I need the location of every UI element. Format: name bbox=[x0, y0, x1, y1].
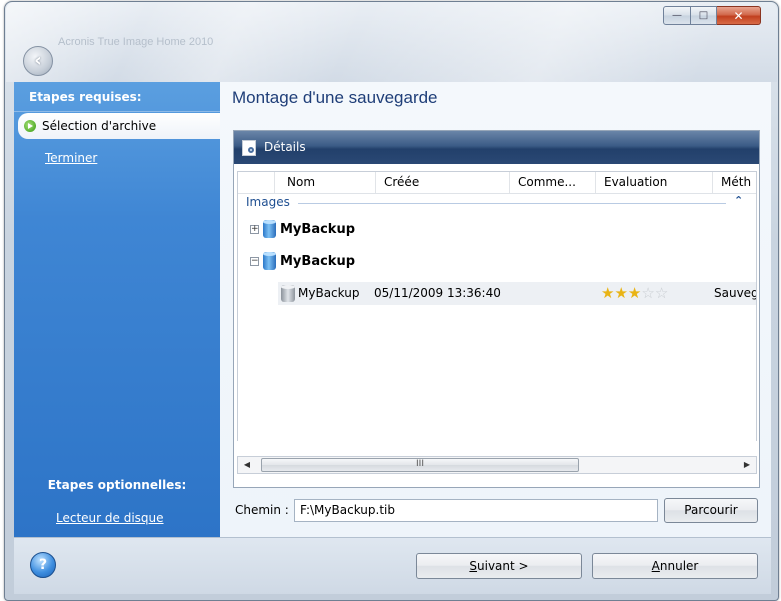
group-label-images: Images bbox=[246, 195, 290, 209]
cancel-accelerator: A bbox=[651, 559, 660, 573]
archive-method: Sauveg bbox=[714, 286, 757, 300]
minimize-button[interactable]: — bbox=[663, 6, 691, 25]
maximize-icon: □ bbox=[698, 10, 709, 21]
archive-name: MyBackup bbox=[298, 286, 360, 300]
scroll-thumb[interactable]: III bbox=[261, 458, 579, 472]
details-label: Détails bbox=[264, 140, 306, 154]
star-filled-icon[interactable]: ★ bbox=[614, 284, 627, 302]
tree-item-backup-1[interactable]: + MyBackup bbox=[250, 218, 355, 240]
collapse-minus-icon[interactable]: − bbox=[250, 256, 259, 266]
archive-disk-icon bbox=[281, 285, 295, 302]
main-content: Montage d'une sauvegarde Détails Nom Cré… bbox=[220, 82, 771, 537]
window-controls: — □ ✕ bbox=[663, 6, 761, 28]
step-finish-link[interactable]: Terminer bbox=[45, 151, 97, 165]
archive-name-cell: MyBackup bbox=[281, 282, 359, 305]
archive-row[interactable]: MyBackup 05/11/2009 13:36:40 ★★★☆☆ Sauve… bbox=[278, 282, 757, 305]
scroll-left-arrow-icon[interactable]: ◀ bbox=[238, 457, 256, 473]
page-title: Montage d'une sauvegarde bbox=[232, 88, 438, 107]
maximize-button[interactable]: □ bbox=[691, 6, 717, 25]
path-input[interactable]: F:\MyBackup.tib bbox=[294, 499, 658, 522]
next-button[interactable]: Suivant > bbox=[416, 553, 582, 579]
minimize-icon: — bbox=[672, 10, 682, 21]
path-row: Chemin : F:\MyBackup.tib Parcourir bbox=[233, 496, 760, 526]
wizard-footer: ? Suivant > Annuler bbox=[14, 537, 771, 594]
help-icon[interactable]: ? bbox=[30, 552, 56, 578]
rating-stars[interactable]: ★★★☆☆ bbox=[601, 282, 668, 305]
details-magnifier-icon bbox=[242, 139, 256, 156]
required-steps-heading: Etapes requises: bbox=[14, 82, 220, 112]
archive-grid: Nom Créée Comme... Evaluation Méth Image… bbox=[237, 171, 757, 441]
path-label: Chemin : bbox=[235, 503, 289, 517]
star-filled-icon[interactable]: ★ bbox=[601, 284, 614, 302]
next-accelerator: S bbox=[469, 559, 478, 573]
cancel-button[interactable]: Annuler bbox=[592, 553, 758, 579]
group-divider bbox=[298, 203, 726, 204]
title-bar: ‹ Acronis True Image Home 2010 — □ ✕ bbox=[6, 2, 777, 82]
expand-plus-icon[interactable]: + bbox=[250, 224, 259, 234]
details-header: Détails bbox=[234, 131, 759, 164]
window-title: Acronis True Image Home 2010 bbox=[58, 36, 214, 48]
cancel-label: nnuler bbox=[659, 559, 699, 573]
back-button[interactable]: ‹ bbox=[23, 46, 53, 76]
backup-archive-icon bbox=[263, 220, 276, 238]
star-filled-icon[interactable]: ★ bbox=[628, 284, 641, 302]
collapse-group-chevron-icon[interactable]: ⌃ bbox=[734, 194, 743, 207]
horizontal-scrollbar[interactable]: ◀ III ▶ bbox=[237, 456, 757, 474]
tree-item-label: MyBackup bbox=[280, 253, 356, 269]
tree-item-backup-2[interactable]: − MyBackup bbox=[250, 250, 355, 272]
disk-reader-link[interactable]: Lecteur de disque bbox=[56, 511, 164, 525]
column-header-created[interactable]: Créée bbox=[376, 172, 510, 193]
browse-button[interactable]: Parcourir bbox=[664, 498, 758, 523]
wizard-sidebar: Etapes requises: Sélection d'archive Ter… bbox=[14, 82, 220, 537]
archive-created: 05/11/2009 13:36:40 bbox=[374, 286, 501, 300]
column-header-rating[interactable]: Evaluation bbox=[596, 172, 713, 193]
column-header-row: Nom Créée Comme... Evaluation Méth bbox=[238, 172, 756, 194]
scroll-right-arrow-icon[interactable]: ▶ bbox=[738, 457, 756, 473]
column-header-comment[interactable]: Comme... bbox=[510, 172, 596, 193]
star-empty-icon[interactable]: ☆ bbox=[655, 284, 668, 302]
close-button[interactable]: ✕ bbox=[717, 6, 761, 25]
optional-steps-heading: Etapes optionnelles: bbox=[47, 478, 187, 492]
step-archive-selection[interactable]: Sélection d'archive bbox=[18, 113, 220, 139]
details-panel: Détails Nom Créée Comme... Evaluation Mé… bbox=[233, 130, 760, 488]
scroll-grip-icon: III bbox=[416, 459, 424, 469]
column-header-blank bbox=[238, 172, 275, 193]
tree-item-label: MyBackup bbox=[280, 221, 356, 237]
step-archive-selection-label: Sélection d'archive bbox=[42, 119, 157, 133]
column-header-name[interactable]: Nom bbox=[275, 172, 376, 193]
close-icon: ✕ bbox=[733, 8, 744, 23]
star-empty-icon[interactable]: ☆ bbox=[641, 284, 654, 302]
back-arrow-icon: ‹ bbox=[34, 50, 42, 71]
column-header-method[interactable]: Méth bbox=[713, 172, 756, 193]
backup-archive-icon bbox=[263, 252, 276, 270]
current-step-arrow-icon bbox=[24, 120, 36, 132]
next-label: uivant > bbox=[477, 559, 529, 573]
